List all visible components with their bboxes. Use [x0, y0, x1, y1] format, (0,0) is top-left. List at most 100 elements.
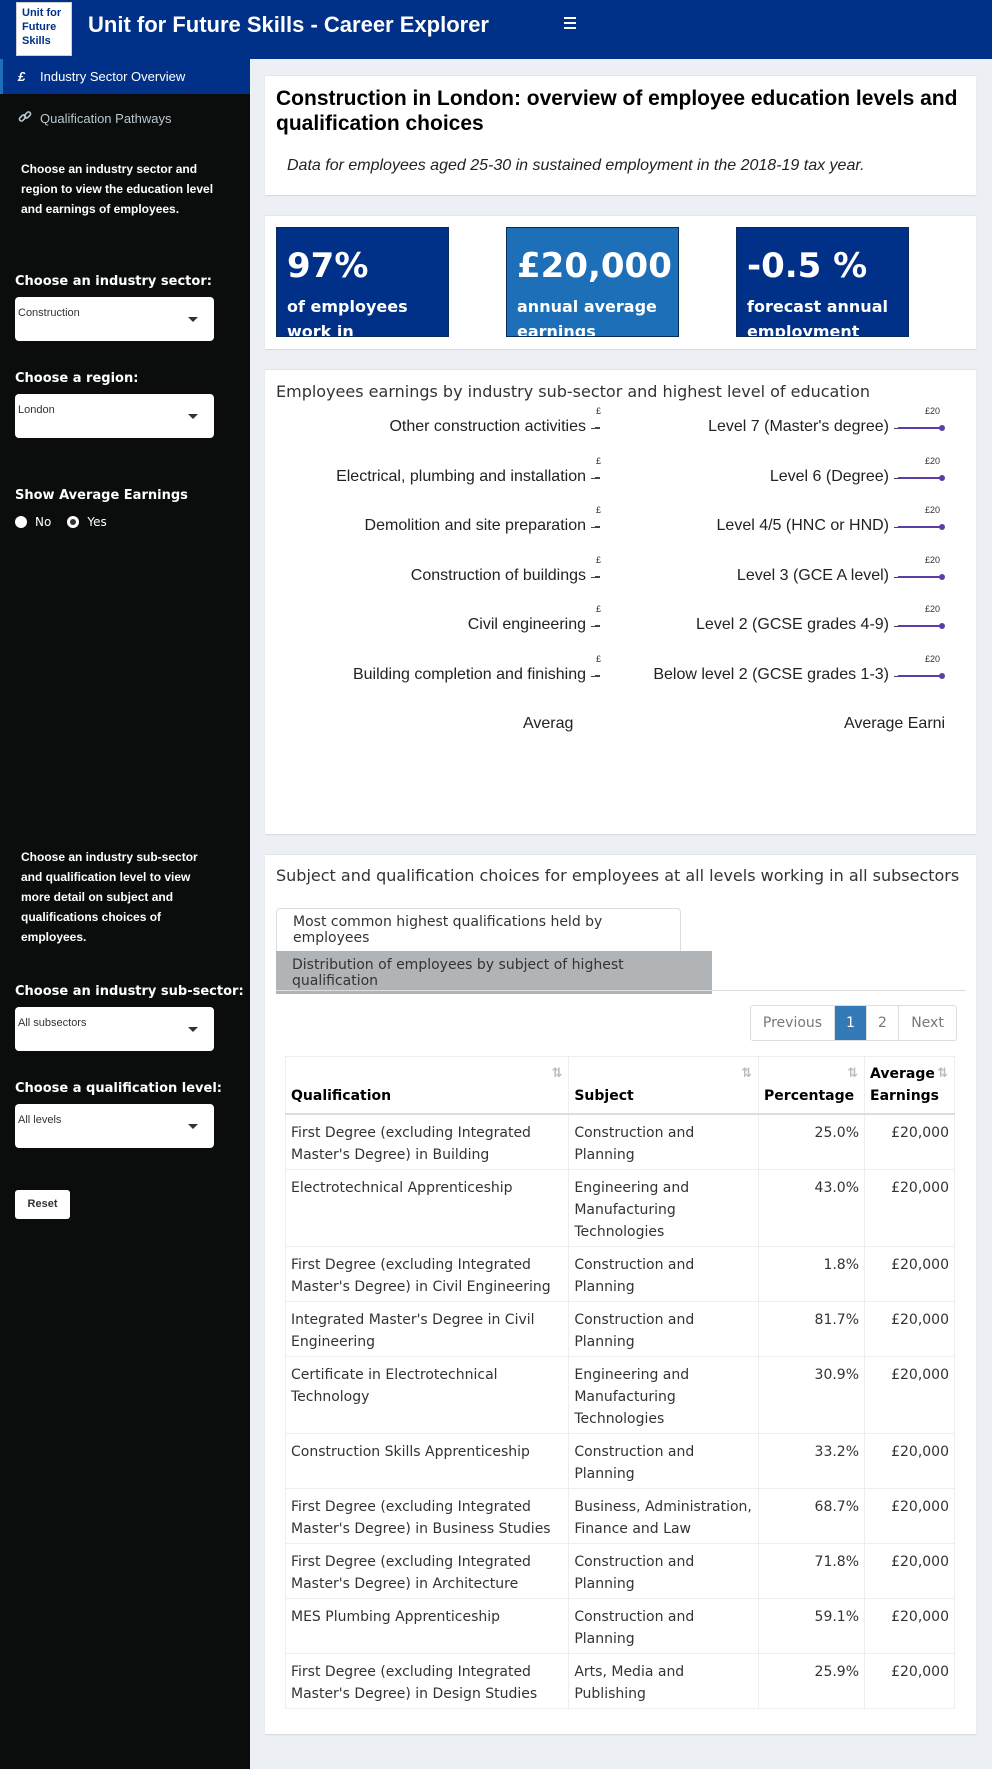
- sort-icon: ⇅: [847, 1066, 859, 1081]
- earnings-chart-box: Employees earnings by industry sub-secto…: [265, 369, 976, 834]
- pagination-next-button[interactable]: Next: [899, 1006, 956, 1040]
- chart-category-label: Other construction activities: [389, 418, 586, 435]
- value-box-value: -0.5 %: [747, 246, 868, 286]
- qualifications-table: ⇅ Qualification ⇅ Subject ⇅ Percentage ⇅…: [284, 1056, 955, 1709]
- cell-subject: Construction and Planning: [568, 1543, 760, 1599]
- subsector-intro-text: Choose an industry sub-sector and qualif…: [21, 850, 198, 944]
- cell-qualification: First Degree (excluding Integrated Maste…: [284, 1246, 570, 1302]
- cell-earnings: £20,000: [864, 1246, 955, 1302]
- region-select-label: Choose a region:: [15, 371, 139, 386]
- pagination-previous-button[interactable]: Previous: [751, 1006, 835, 1040]
- pagination-page-1[interactable]: 1: [835, 1006, 867, 1040]
- chart-bar-point: [939, 474, 945, 481]
- chart-category-label: Level 2 (GCSE grades 4-9): [696, 616, 889, 633]
- region-select[interactable]: London: [15, 394, 214, 438]
- radio-yes[interactable]: [67, 516, 80, 528]
- chart-data-label: £: [596, 455, 602, 466]
- column-header-average-earnings[interactable]: ⇅ Average Earnings: [864, 1056, 955, 1115]
- chart-data-label: £: [596, 653, 602, 664]
- cell-percentage: 1.8%: [758, 1246, 866, 1302]
- app-title: Unit for Future Skills - Career Explorer: [88, 12, 489, 37]
- cell-earnings: £20,000: [864, 1356, 955, 1434]
- sidebar-item-qualification-pathways[interactable]: Qualification Pathways: [0, 101, 250, 136]
- reset-button[interactable]: Reset: [15, 1190, 70, 1219]
- table-row: Electrotechnical Apprenticeship Engineer…: [284, 1169, 955, 1247]
- cell-percentage: 43.0%: [758, 1169, 866, 1247]
- cell-subject: Construction and Planning: [568, 1113, 760, 1170]
- logo-line-1: Unit for: [22, 7, 62, 19]
- chart-bar-point: [939, 524, 945, 530]
- table-section-title: Subject and qualification choices for em…: [276, 866, 960, 885]
- chart-category-label: Civil engineering: [467, 616, 586, 633]
- pound-icon: £: [18, 69, 26, 84]
- cell-earnings: £20,000: [864, 1169, 955, 1247]
- subsector-select-value: All subsectors: [18, 1017, 87, 1029]
- cell-subject: Construction and Planning: [568, 1246, 760, 1302]
- tab-distribution-by-subject[interactable]: Distribution of employees by subject of …: [276, 951, 712, 994]
- subsector-select[interactable]: All subsectors: [15, 1007, 214, 1051]
- table-row: First Degree (excluding Integrated Maste…: [284, 1488, 955, 1544]
- column-header-qualification[interactable]: ⇅ Qualification: [284, 1056, 570, 1115]
- table-row: Integrated Master's Degree in Civil Engi…: [284, 1301, 955, 1357]
- chart-bar-stem: [898, 575, 942, 578]
- chart-bar-stem: [595, 575, 600, 578]
- page-title: Construction in London: overview of empl…: [276, 87, 958, 135]
- employees-share-value-box: 97% of employees work in construction: [276, 227, 449, 337]
- chart-x-axis-title: Average Ea: [523, 715, 573, 732]
- chart-bar-stem: [595, 526, 600, 528]
- chevron-down-icon: [188, 1124, 198, 1129]
- sector-intro-text: Choose an industry sector and region to …: [21, 162, 214, 216]
- cell-subject: Business, Administration, Finance and La…: [568, 1488, 760, 1544]
- column-header-subject[interactable]: ⇅ Subject: [568, 1056, 760, 1115]
- average-earnings-value-box: £20,000 annual average earnings: [506, 227, 679, 337]
- pagination-page-2[interactable]: 2: [867, 1006, 899, 1040]
- region-select-value: London: [18, 404, 55, 416]
- cell-qualification: First Degree (excluding Integrated Maste…: [284, 1543, 570, 1599]
- chevron-down-icon: [188, 1027, 198, 1032]
- tab-label: Distribution of employees by subject of …: [292, 956, 624, 989]
- chart-data-label: £: [596, 604, 602, 614]
- radio-yes-label: Yes: [87, 515, 107, 529]
- chart-bar-point: [939, 672, 945, 679]
- radio-no[interactable]: [15, 516, 27, 528]
- radio-no-label: No: [35, 515, 52, 529]
- chart-bar-point: [939, 425, 945, 431]
- cell-percentage: 59.1%: [758, 1598, 866, 1654]
- chart-data-label: £20: [925, 554, 941, 565]
- logo-line-2: Future: [22, 21, 57, 33]
- chart-data-label: £20: [925, 604, 941, 614]
- chart-category-label: Below level 2 (GCSE grades 1-3): [653, 665, 889, 683]
- table-row: First Degree (excluding Integrated Maste…: [284, 1246, 955, 1302]
- chart-data-label: £: [596, 554, 602, 565]
- sidebar-item-label: Industry Sector Overview: [40, 69, 186, 84]
- sidebar-toggle-hamburger-icon[interactable]: [564, 17, 580, 31]
- sidebar-item-industry-sector-overview[interactable]: £ Industry Sector Overview: [0, 59, 250, 94]
- chart-bar-stem: [595, 625, 600, 627]
- chart-category-label: Building completion and finishing: [352, 665, 586, 683]
- sidebar: £ Industry Sector Overview Qualification…: [0, 59, 250, 1769]
- table-row: First Degree (excluding Integrated Maste…: [284, 1113, 955, 1170]
- tab-label: Most common highest qualifications held …: [293, 914, 603, 946]
- chevron-down-icon: [188, 414, 198, 419]
- tab-most-common-qualifications[interactable]: Most common highest qualifications held …: [276, 908, 681, 951]
- overview-box: Construction in London: overview of empl…: [265, 75, 976, 195]
- employment-forecast-value-box: -0.5 % forecast annual employment declin…: [736, 227, 909, 337]
- chart-data-label: £20: [925, 653, 941, 664]
- chart-bar-stem: [595, 476, 600, 479]
- qualification-select[interactable]: All levels: [15, 1104, 214, 1148]
- subsector-select-label: Choose an industry sub-sector:: [15, 984, 244, 999]
- cell-subject: Engineering and Manufacturing Technologi…: [568, 1356, 760, 1434]
- unit-for-future-skills-logo[interactable]: Unit for Future Skills: [16, 2, 72, 56]
- chart-data-label: £20: [925, 406, 941, 416]
- sector-select-value: Construction: [18, 307, 80, 319]
- value-box-label: of employees work in construction: [287, 297, 408, 337]
- column-header-percentage[interactable]: ⇅ Percentage: [758, 1056, 866, 1115]
- chart-bar-stem: [595, 427, 600, 429]
- table-header-row: ⇅ Qualification ⇅ Subject ⇅ Percentage ⇅…: [284, 1056, 955, 1115]
- cell-subject: Construction and Planning: [568, 1598, 760, 1654]
- sort-icon: ⇅: [937, 1066, 948, 1081]
- cell-subject: Construction and Planning: [568, 1433, 760, 1489]
- cell-percentage: 71.8%: [758, 1543, 866, 1599]
- chart-category-label: Construction of buildings: [410, 566, 586, 584]
- sector-select[interactable]: Construction: [15, 297, 214, 341]
